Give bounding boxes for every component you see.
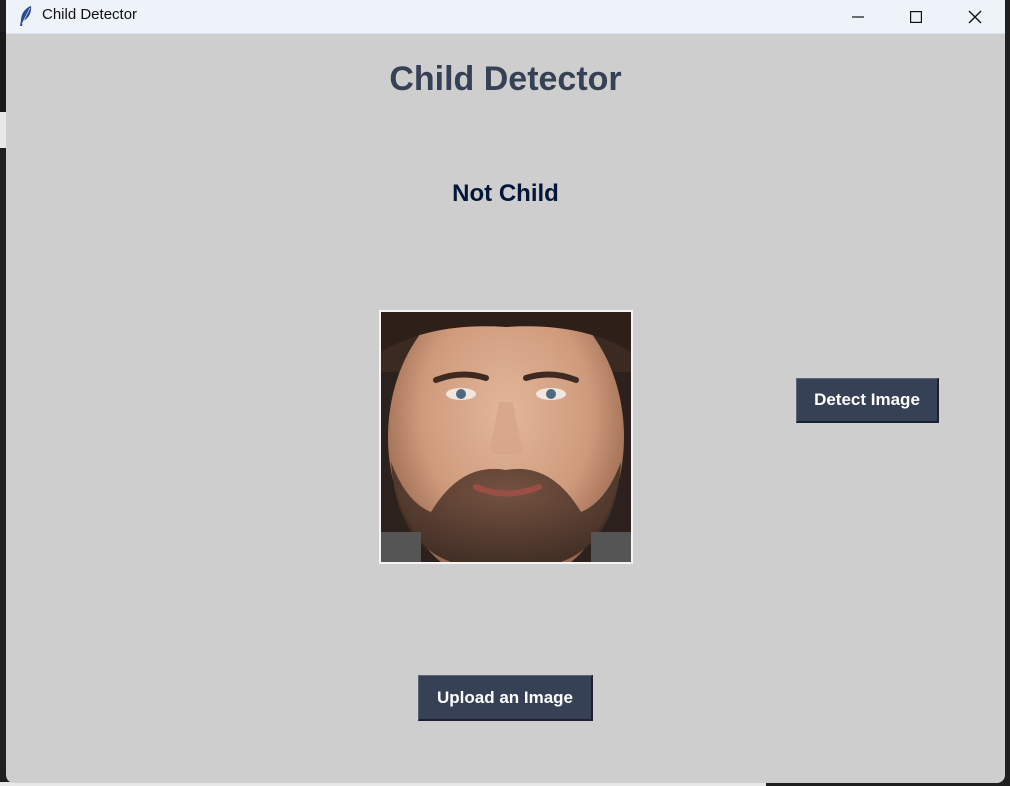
minimize-icon bbox=[852, 11, 864, 23]
app-window: Child Detector Child Detector Not Child bbox=[6, 0, 1005, 783]
title-bar[interactable]: Child Detector bbox=[6, 0, 1005, 34]
upload-image-button[interactable]: Upload an Image bbox=[418, 675, 593, 721]
minimize-button[interactable] bbox=[829, 0, 887, 33]
close-icon bbox=[968, 10, 982, 24]
maximize-icon bbox=[910, 10, 922, 23]
feather-icon bbox=[18, 5, 34, 27]
close-button[interactable] bbox=[946, 0, 1004, 33]
result-label: Not Child bbox=[452, 180, 559, 207]
page-title: Child Detector bbox=[389, 60, 622, 98]
detect-image-button[interactable]: Detect Image bbox=[796, 378, 939, 423]
uploaded-face-image bbox=[379, 310, 633, 564]
maximize-button[interactable] bbox=[887, 0, 945, 33]
window-title: Child Detector bbox=[42, 6, 138, 23]
